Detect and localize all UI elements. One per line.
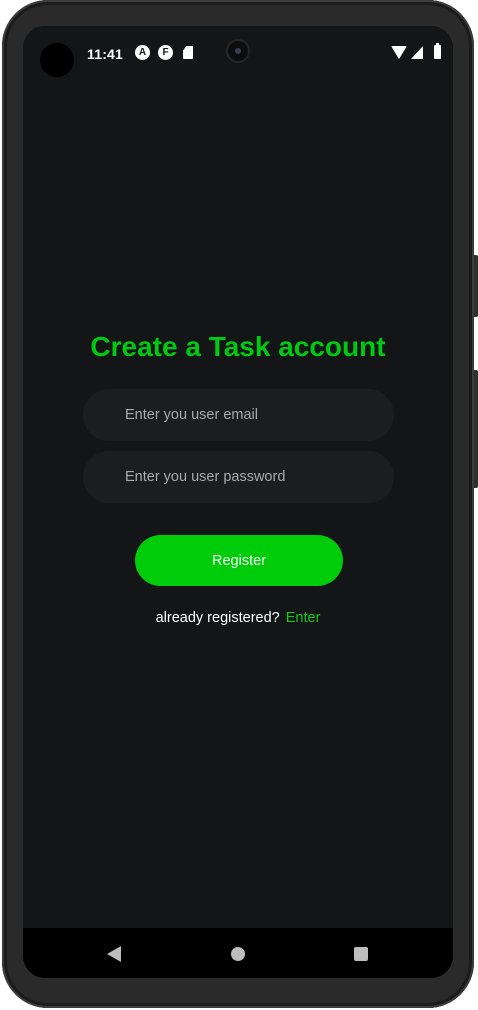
power-button: [474, 255, 478, 317]
volume-button: [474, 370, 478, 488]
already-registered-text: already registered?: [155, 610, 280, 626]
login-prompt: already registered? Enter: [23, 610, 453, 626]
navigation-bar: [23, 928, 453, 978]
enter-link[interactable]: Enter: [286, 610, 321, 626]
page-title: Create a Task account: [90, 331, 386, 362]
register-screen: Create a Task account Register already r…: [23, 26, 453, 978]
back-icon[interactable]: [107, 946, 121, 962]
phone-frame: 11:41 A F Create a Task account Register…: [2, 0, 478, 1008]
recents-icon[interactable]: [354, 947, 368, 961]
email-field[interactable]: [83, 389, 394, 441]
phone-screen: 11:41 A F Create a Task account Register…: [23, 26, 453, 978]
password-field[interactable]: [83, 451, 394, 503]
register-button[interactable]: Register: [135, 535, 343, 586]
home-icon[interactable]: [231, 947, 245, 961]
